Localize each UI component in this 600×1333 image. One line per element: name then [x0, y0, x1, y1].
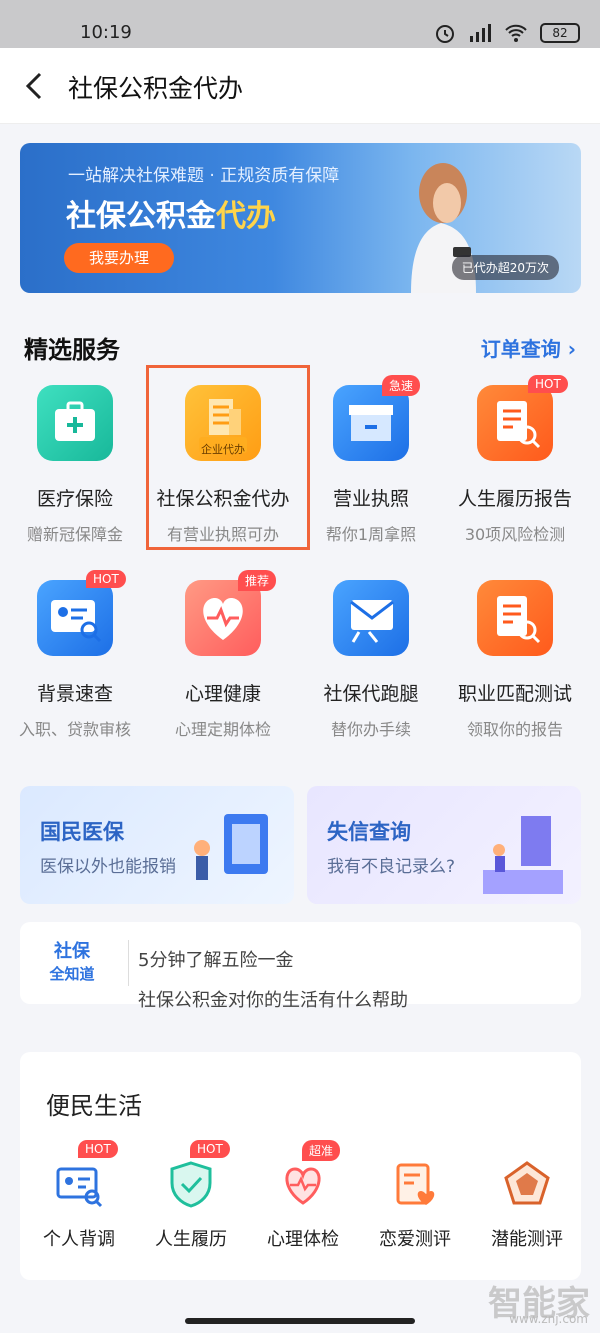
heart-icon [285, 1167, 321, 1205]
life-item-label: 恋爱测评 [379, 1229, 451, 1250]
life-item-tag: HOT [190, 1140, 230, 1158]
life-item-label: 人生履历 [155, 1229, 227, 1250]
service-desc: 入职、贷款审核 [18, 720, 131, 739]
life-item-label: 心理体检 [267, 1229, 339, 1250]
status-bar: 10:19 82 [0, 0, 600, 48]
knowledge-line1: 5分钟了解五险一金 [138, 950, 294, 971]
promo-banner[interactable]: 一站解决社保难题 · 正规资质有保障 社保公积金代办 我要办理 已代办超20万次 [20, 143, 581, 293]
service-name: 营业执照 [332, 488, 409, 510]
service-tag: HOT [86, 570, 126, 588]
promo-card-subtitle: 医保以外也能报销 [40, 857, 176, 877]
home-indicator[interactable] [185, 1318, 415, 1324]
watermark-url: www.znj.com [509, 1312, 588, 1326]
id-card-icon [56, 1167, 103, 1208]
apply-button[interactable]: 我要办理 [64, 243, 174, 273]
report-search-icon [477, 385, 553, 461]
life-item-label: 个人背调 [43, 1229, 115, 1250]
back-arrow-icon[interactable] [20, 68, 52, 104]
promo-card-credit-check[interactable]: 失信查询 我有不良记录么? [307, 786, 581, 904]
alarm-icon [436, 25, 454, 43]
service-tag: 推荐 [238, 570, 277, 591]
service-desc: 30项风险检测 [464, 525, 566, 544]
promo-card-title: 国民医保 [40, 820, 124, 844]
heart-pulse-icon [185, 580, 261, 656]
status-time: 10:19 [80, 22, 132, 43]
service-name: 心理健康 [184, 683, 261, 705]
medical-card-illustration [194, 814, 268, 880]
divider [128, 940, 129, 986]
service-desc: 赠新冠保障金 [26, 525, 123, 544]
selection-highlight [146, 365, 310, 550]
banner-count-badge: 已代办超20万次 [451, 255, 559, 280]
service-tag: HOT [528, 375, 568, 393]
page-title: 社保公积金代办 [68, 74, 244, 103]
love-document-icon [396, 1163, 435, 1205]
credit-illustration [483, 816, 563, 894]
service-desc: 心理定期体检 [174, 720, 271, 739]
selected-services-title: 精选服务 [24, 336, 120, 364]
service-desc: 帮你1周拿照 [325, 525, 417, 544]
life-item-tag: HOT [78, 1140, 118, 1158]
order-query-link[interactable]: 订单查询 › [481, 333, 576, 362]
service-name: 医疗保险 [36, 488, 113, 510]
promo-card-subtitle: 我有不良记录么? [327, 857, 456, 877]
document-search-icon [477, 580, 553, 656]
status-icons: 82 [434, 22, 580, 44]
service-desc: 替你办手续 [330, 720, 411, 739]
shield-check-icon [170, 1161, 212, 1208]
life-item-tag: 超准 [302, 1140, 341, 1161]
life-section-title: 便民生活 [46, 1092, 142, 1120]
wifi-icon [505, 24, 527, 42]
mail-runner-icon [333, 580, 409, 656]
service-name: 职业匹配测试 [457, 683, 572, 705]
service-name: 社保代跑腿 [323, 683, 419, 705]
medical-kit-icon [37, 385, 113, 461]
signal-icon [470, 24, 491, 42]
banner-subtitle: 一站解决社保难题 · 正规资质有保障 [68, 166, 340, 186]
store-icon [333, 385, 409, 461]
life-item-label: 潜能测评 [491, 1229, 563, 1250]
knowledge-line2: 社保公积金对你的生活有什么帮助 [138, 990, 408, 1011]
radar-icon [504, 1161, 550, 1205]
service-tag: 急速 [382, 375, 421, 396]
id-card-search-icon [37, 580, 113, 656]
convenience-life-section: 便民生活 HOT 个人背调 HOT 人生履历 超准 心理体检 恋爱测评 潜能测评 [20, 1052, 581, 1280]
banner-title: 社保公积金代办 [66, 199, 276, 234]
knowledge-card[interactable]: 社保 全知道 5分钟了解五险一金 社保公积金对你的生活有什么帮助 [20, 922, 581, 1011]
service-desc: 领取你的报告 [466, 720, 563, 739]
promo-card-title: 失信查询 [327, 820, 411, 844]
service-name: 背景速查 [36, 683, 113, 705]
shebao-knowledge-logo: 社保 全知道 [49, 941, 95, 983]
promo-card-national-insurance[interactable]: 国民医保 医保以外也能报销 [20, 786, 294, 904]
service-name: 人生履历报告 [457, 488, 572, 510]
battery-icon: 82 [540, 23, 580, 43]
header: 社保公积金代办 [0, 48, 600, 124]
